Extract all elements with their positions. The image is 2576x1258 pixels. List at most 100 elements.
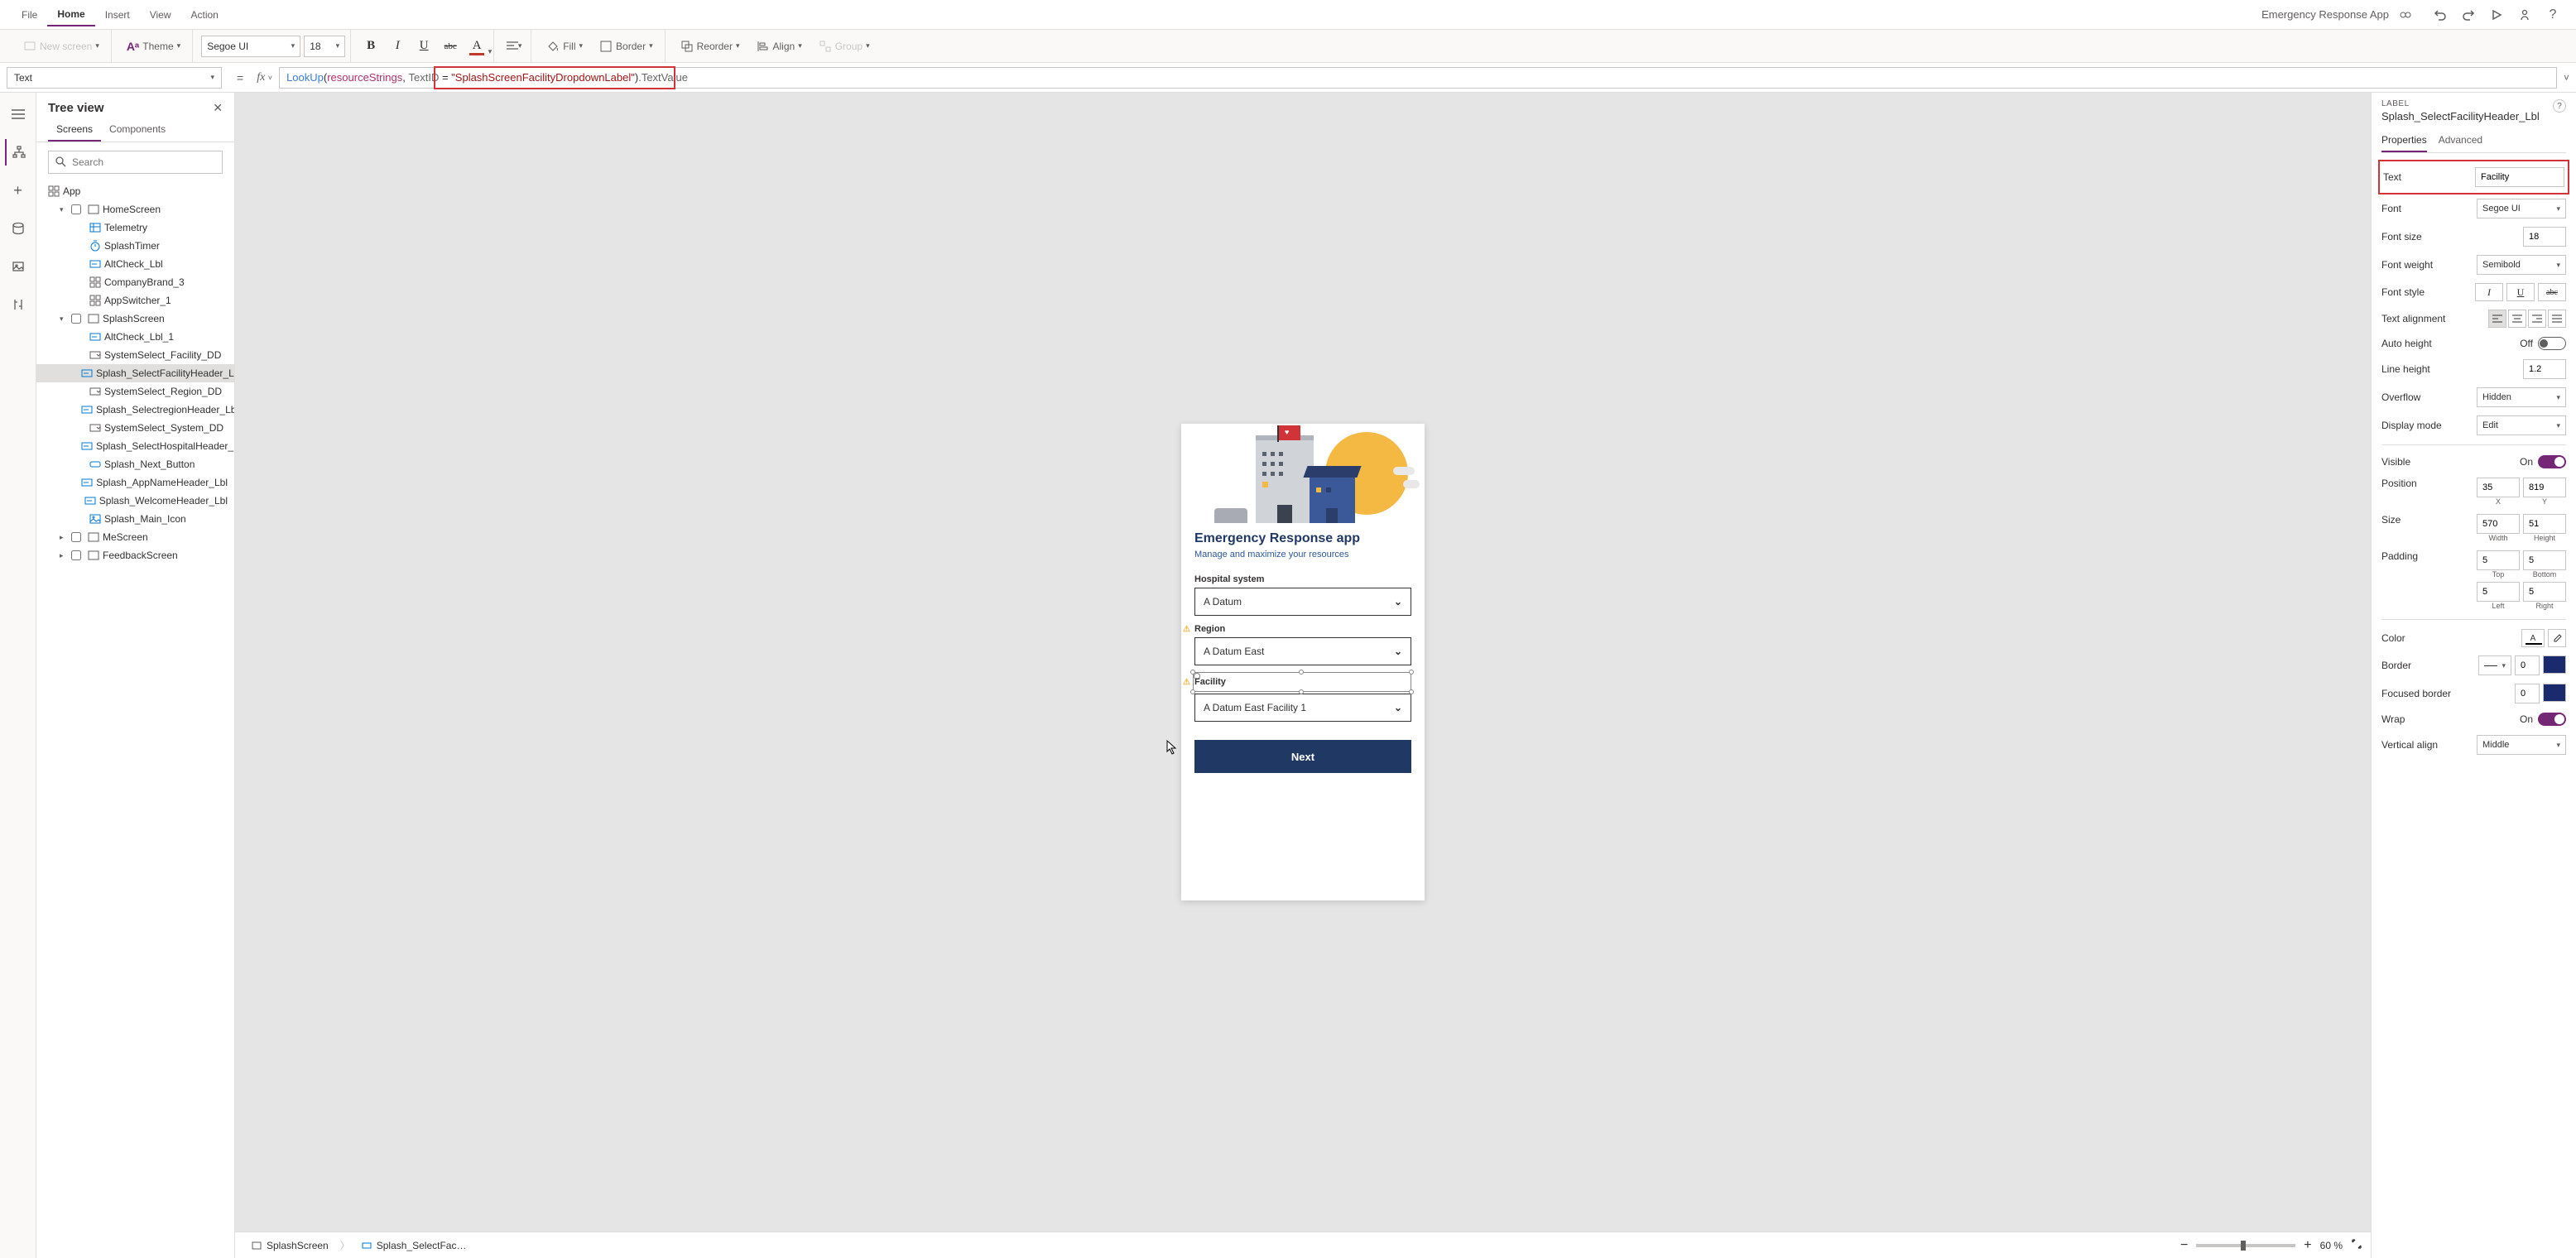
prop-height-input[interactable] — [2523, 514, 2566, 534]
font-size-select[interactable]: 18▾ — [304, 36, 345, 57]
focusedborder-color-swatch[interactable] — [2543, 684, 2566, 702]
prop-valign-select[interactable]: Middle▾ — [2477, 735, 2566, 755]
hamburger-icon[interactable] — [5, 101, 31, 127]
share-icon[interactable] — [2513, 3, 2536, 26]
breadcrumb-element[interactable]: Splash_SelectFac… — [353, 1240, 475, 1251]
italic-toggle[interactable]: I — [2475, 283, 2503, 301]
tree-item-Splash_SelectHospitalHeader_Lbl[interactable]: Splash_SelectHospitalHeader_Lbl — [36, 437, 234, 455]
prop-fontweight-select[interactable]: Semibold▾ — [2477, 255, 2566, 275]
close-icon[interactable]: ✕ — [213, 101, 223, 115]
tree-item-SplashTimer[interactable]: SplashTimer — [36, 237, 234, 255]
region-dropdown[interactable]: A Datum East⌄ — [1194, 637, 1411, 665]
align-center-button[interactable] — [2508, 310, 2526, 328]
tree-item-Splash_SelectFacilityHeader_Lbl[interactable]: Splash_SelectFacilityHeader_Lbl⋯ — [36, 364, 234, 382]
tree-item-HomeScreen[interactable]: ▾HomeScreen — [36, 200, 234, 218]
border-color-swatch[interactable] — [2543, 655, 2566, 674]
tree-item-CompanyBrand_3[interactable]: CompanyBrand_3 — [36, 273, 234, 291]
menu-insert[interactable]: Insert — [95, 4, 140, 26]
tree-item-Splash_WelcomeHeader_Lbl[interactable]: Splash_WelcomeHeader_Lbl — [36, 492, 234, 510]
tab-screens[interactable]: Screens — [48, 118, 101, 142]
zoom-slider[interactable] — [2196, 1244, 2295, 1247]
tab-properties[interactable]: Properties — [2381, 129, 2427, 152]
tree-item-AltCheck_Lbl[interactable]: AltCheck_Lbl — [36, 255, 234, 273]
tree-item-Telemetry[interactable]: Telemetry — [36, 218, 234, 237]
align-button[interactable]: Align▾ — [750, 36, 809, 56]
formula-input[interactable]: LookUp(resourceStrings, TextID = "Splash… — [279, 67, 2557, 89]
expand-formula-icon[interactable]: ˅ — [2564, 72, 2569, 84]
focusedborder-width-input[interactable] — [2515, 684, 2540, 703]
breadcrumb-screen[interactable]: SplashScreen — [243, 1240, 337, 1251]
tree-item-AppSwitcher_1[interactable]: AppSwitcher_1 — [36, 291, 234, 310]
tree-item-SystemSelect_Facility_DD[interactable]: SystemSelect_Facility_DD — [36, 346, 234, 364]
font-color-button[interactable]: A▾ — [465, 35, 488, 58]
prop-padbot-input[interactable] — [2523, 550, 2566, 570]
underline-button[interactable]: U — [412, 35, 435, 58]
tree-view-icon[interactable] — [5, 139, 31, 166]
theme-button[interactable]: Aᵃ Theme ▾ — [120, 36, 187, 56]
autoheight-toggle[interactable] — [2538, 337, 2566, 350]
align-right-button[interactable] — [2528, 310, 2546, 328]
wrap-toggle[interactable] — [2538, 713, 2566, 726]
tree-item-SystemSelect_Region_DD[interactable]: SystemSelect_Region_DD — [36, 382, 234, 401]
color-picker-button[interactable] — [2548, 629, 2566, 647]
reorder-button[interactable]: Reorder▾ — [674, 36, 747, 56]
strike-toggle[interactable]: abc — [2538, 283, 2566, 301]
app-canvas[interactable]: ♥ Emergency Response app Manage and maxi… — [1181, 424, 1425, 900]
hospital-dropdown[interactable]: A Datum⌄ — [1194, 588, 1411, 616]
prop-displaymode-select[interactable]: Edit▾ — [2477, 415, 2566, 435]
fx-icon[interactable]: fx ˅ — [250, 71, 279, 84]
prop-padtop-input[interactable] — [2477, 550, 2520, 570]
tree-item-AltCheck_Lbl_1[interactable]: AltCheck_Lbl_1 — [36, 328, 234, 346]
prop-overflow-select[interactable]: Hidden▾ — [2477, 387, 2566, 407]
zoom-out-button[interactable]: − — [2180, 1238, 2188, 1253]
play-icon[interactable] — [2485, 3, 2508, 26]
align-justify-button[interactable] — [2548, 310, 2566, 328]
text-align-button[interactable]: ▾ — [502, 35, 526, 58]
tree-item-SystemSelect_System_DD[interactable]: SystemSelect_System_DD — [36, 419, 234, 437]
align-left-button[interactable] — [2488, 310, 2506, 328]
prop-fontsize-input[interactable] — [2523, 227, 2566, 247]
strikethrough-button[interactable]: abc — [439, 35, 462, 58]
facility-dropdown[interactable]: A Datum East Facility 1⌄ — [1194, 694, 1411, 722]
next-button[interactable]: Next — [1194, 740, 1411, 773]
new-screen-button[interactable]: New screen ▾ — [17, 36, 106, 56]
bold-button[interactable]: B — [359, 35, 382, 58]
tree-item-FeedbackScreen[interactable]: ▸FeedbackScreen — [36, 546, 234, 564]
property-dropdown[interactable]: Text▾ — [7, 67, 222, 89]
prop-lineheight-input[interactable] — [2523, 359, 2566, 379]
menu-home[interactable]: Home — [47, 3, 94, 26]
tree-root-app[interactable]: App — [36, 182, 234, 200]
facility-label[interactable]: ⚠ Facility — [1194, 674, 1411, 690]
redo-icon[interactable] — [2457, 3, 2480, 26]
menu-view[interactable]: View — [140, 4, 181, 26]
prop-x-input[interactable] — [2477, 478, 2520, 497]
zoom-in-button[interactable]: + — [2304, 1238, 2311, 1253]
insert-icon[interactable]: + — [5, 177, 31, 204]
help-icon[interactable]: ? — [2541, 3, 2564, 26]
italic-button[interactable]: I — [386, 35, 409, 58]
tree-item-Splash_Main_Icon[interactable]: Splash_Main_Icon — [36, 510, 234, 528]
prop-padright-input[interactable] — [2523, 582, 2566, 602]
font-family-select[interactable]: Segoe UI▾ — [201, 36, 300, 57]
fill-button[interactable]: Fill▾ — [540, 36, 589, 56]
tree-item-Splash_AppNameHeader_Lbl[interactable]: Splash_AppNameHeader_Lbl — [36, 473, 234, 492]
tree-item-SplashScreen[interactable]: ▾SplashScreen — [36, 310, 234, 328]
menu-file[interactable]: File — [12, 4, 47, 26]
search-input[interactable] — [48, 151, 223, 174]
prop-padleft-input[interactable] — [2477, 582, 2520, 602]
underline-toggle[interactable]: U — [2506, 283, 2535, 301]
tree-item-MeScreen[interactable]: ▸MeScreen — [36, 528, 234, 546]
tree-item-Splash_SelectregionHeader_Lbl[interactable]: Splash_SelectregionHeader_Lbl — [36, 401, 234, 419]
undo-icon[interactable] — [2429, 3, 2452, 26]
prop-y-input[interactable] — [2523, 478, 2566, 497]
border-button[interactable]: Border▾ — [593, 36, 660, 56]
advanced-tools-icon[interactable] — [5, 291, 31, 318]
prop-width-input[interactable] — [2477, 514, 2520, 534]
tree-item-Splash_Next_Button[interactable]: Splash_Next_Button — [36, 455, 234, 473]
visible-toggle[interactable] — [2538, 455, 2566, 468]
border-width-input[interactable] — [2515, 655, 2540, 675]
border-style-select[interactable]: ▾ — [2478, 655, 2511, 675]
control-name[interactable]: Splash_SelectFacilityHeader_Lbl — [2381, 108, 2566, 129]
help-icon[interactable]: ? — [2553, 99, 2566, 113]
prop-text-input[interactable] — [2475, 167, 2564, 187]
